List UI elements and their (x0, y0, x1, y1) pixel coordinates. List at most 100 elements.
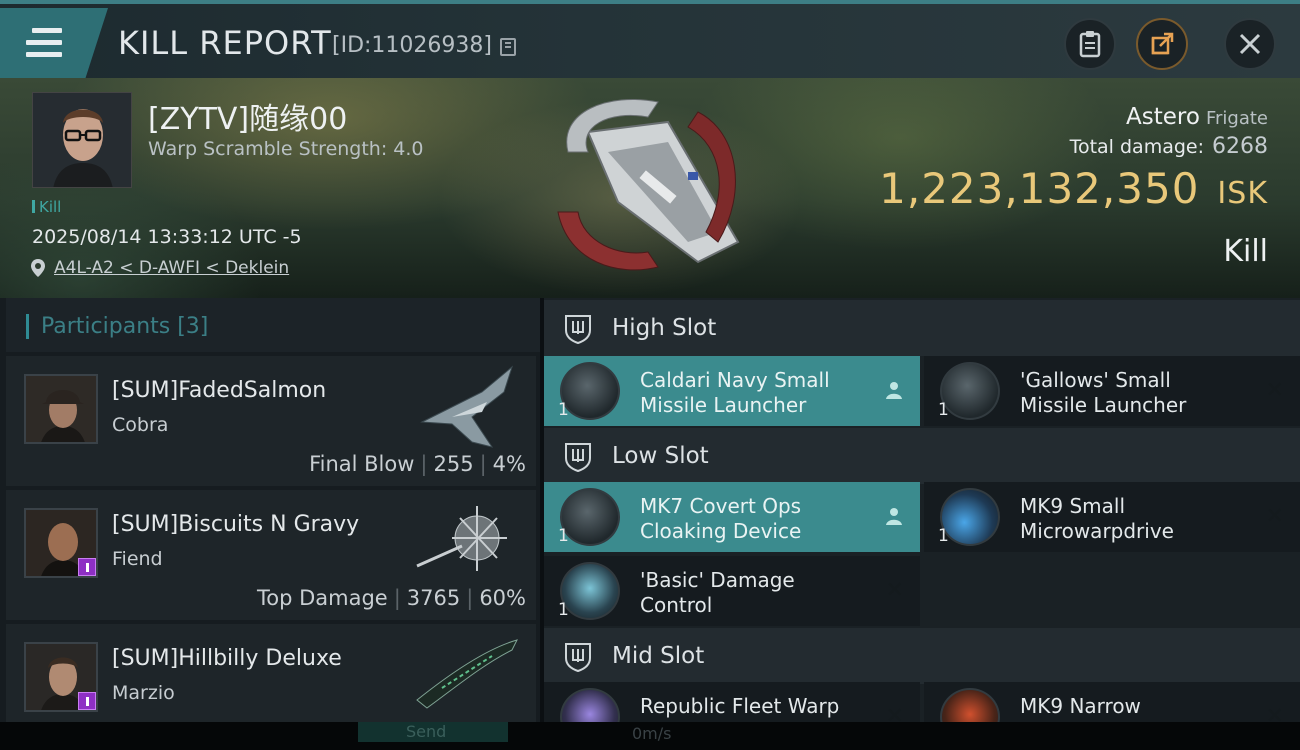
low-slot-header: Low Slot (544, 428, 1300, 484)
module-name: 'Gallows' Small Missile Launcher (1020, 368, 1187, 417)
ship-class: Frigate (1205, 108, 1268, 129)
mid-slot-header: Mid Slot (544, 628, 1300, 684)
participant-row[interactable]: [SUM]FadedSalmon Cobra Final Blow | 255 | 4% (6, 356, 536, 486)
total-damage-value: 6268 (1212, 134, 1268, 159)
mid-slot-title: Mid Slot (612, 643, 705, 669)
header-bar: KILL REPORT [ID:11026938] (0, 0, 1300, 82)
warp-disruptor-icon (560, 688, 620, 722)
friend-badge-icon (78, 558, 96, 576)
module-slot[interactable]: MK9 Narrow ✕ (924, 682, 1300, 722)
victim-avatar[interactable] (32, 92, 132, 188)
report-id: [ID:11026938] (332, 33, 492, 58)
participant-percent: 60% (479, 586, 526, 610)
participant-ship: Marzio (112, 682, 175, 704)
victim-ship-image[interactable] (548, 92, 758, 282)
participant-row[interactable]: [SUM]Biscuits N Gravy Fiend Top Damage | 3… (6, 490, 536, 620)
participant-ship: Cobra (112, 414, 169, 436)
participant-stat-label: Final Blow (309, 452, 415, 476)
microwarpdrive-icon (940, 488, 1000, 546)
module-quantity: 1 (938, 526, 949, 546)
ship-name: Astero (1126, 104, 1200, 130)
send-button[interactable]: Send (358, 722, 508, 742)
fitting-panel: High Slot 1 Caldari Navy Small Missile La… (544, 298, 1300, 722)
participant-ship-image (416, 639, 518, 709)
victim-ship: Astero Frigate (1126, 104, 1268, 130)
result-label: Kill (1223, 234, 1268, 269)
total-damage-label: Total damage: (1069, 136, 1204, 158)
high-slot-icon (565, 315, 591, 344)
participant-name: [SUM]Biscuits N Gravy (112, 512, 360, 537)
module-slot[interactable]: 1 'Gallows' Small Missile Launcher ✕ (924, 356, 1300, 426)
missile-launcher-icon (940, 362, 1000, 420)
destroyed-icon: ✕ (1265, 504, 1284, 529)
copy-icon[interactable] (500, 38, 516, 56)
participants-header: Participants [3] (6, 298, 540, 352)
participant-percent: 4% (492, 452, 526, 476)
clipboard-button[interactable] (1064, 18, 1116, 70)
destroyed-icon: ✕ (885, 704, 904, 722)
high-slot-header: High Slot (544, 300, 1300, 356)
isk-unit: ISK (1217, 176, 1268, 211)
module-quantity: 1 (558, 400, 569, 420)
kill-location-link[interactable]: A4L-A2 < D-AWFI < Deklein (54, 258, 289, 278)
module-quantity: 1 (558, 526, 569, 546)
participant-ship-image (420, 365, 513, 448)
participant-stats: Final Blow | 255 | 4% (309, 452, 526, 476)
kill-tag: Kill (32, 198, 61, 216)
share-icon (1151, 32, 1174, 55)
participants-panel: Participants [3] [SUM]FadedSalmon Cobra … (0, 298, 540, 750)
total-damage: Total damage: 6268 (1070, 134, 1268, 159)
share-button[interactable] (1136, 18, 1188, 70)
destroyed-icon: ✕ (885, 578, 904, 603)
menu-icon (26, 28, 62, 58)
module-slot[interactable]: 1 MK7 Covert Ops Cloaking Device (544, 482, 920, 552)
participants-title: Participants [3] (26, 314, 208, 339)
participant-avatar[interactable] (24, 508, 98, 578)
isk-value: 1,223,132,350 ISK (879, 164, 1268, 213)
module-slot[interactable]: 1 'Basic' Damage Control ✕ (544, 556, 920, 626)
module-name: MK7 Covert Ops Cloaking Device (640, 494, 802, 543)
friend-badge-icon (78, 692, 96, 710)
participant-stat-label: Top Damage (256, 586, 388, 610)
module-name: MK9 Small Microwarpdrive (1020, 494, 1174, 543)
module-name: MK9 Narrow (1020, 694, 1141, 718)
clipboard-icon (1079, 31, 1101, 58)
scrambler-icon (940, 688, 1000, 722)
module-quantity: 1 (558, 600, 569, 620)
module-slot[interactable]: 1 Caldari Navy Small Missile Launcher (544, 356, 920, 426)
isk-amount: 1,223,132,350 (879, 164, 1200, 213)
participant-stats: Top Damage | 3765 | 60% (256, 586, 526, 610)
participant-name: [SUM]FadedSalmon (112, 378, 327, 403)
module-slot[interactable]: 1 MK9 Small Microwarpdrive ✕ (924, 482, 1300, 552)
low-slot-icon (565, 443, 591, 472)
participant-avatar[interactable] (24, 374, 98, 444)
warp-scramble-strength: Warp Scramble Strength: 4.0 (148, 138, 424, 160)
participant-ship: Fiend (112, 548, 163, 570)
participant-avatar[interactable] (24, 642, 98, 712)
destroyed-icon: ✕ (1265, 378, 1284, 403)
high-slot-title: High Slot (612, 315, 717, 341)
damage-control-icon (560, 562, 620, 620)
module-slot[interactable]: Republic Fleet Warp ✕ (544, 682, 920, 722)
low-slot-title: Low Slot (612, 443, 709, 469)
module-name: 'Basic' Damage Control (640, 568, 795, 617)
bottom-strip: Send 0m/s (0, 722, 1300, 750)
kill-datetime: 2025/08/14 13:33:12 UTC -5 (32, 226, 302, 248)
cloaking-device-icon (560, 488, 620, 546)
menu-button[interactable] (0, 8, 108, 82)
speed-readout: 0m/s (632, 724, 672, 743)
participant-name: [SUM]Hillbilly Deluxe (112, 646, 342, 671)
kill-summary: [ZYTV]随缘00 Warp Scramble Strength: 4.0 K… (0, 78, 1300, 298)
module-name: Republic Fleet Warp (640, 694, 840, 718)
victim-name[interactable]: [ZYTV]随缘00 (148, 94, 347, 138)
participant-ship-image (416, 506, 507, 571)
pilot-dropped-icon (886, 382, 902, 399)
mid-slot-icon (565, 643, 591, 672)
participant-damage: 255 (433, 452, 474, 476)
page-title: KILL REPORT (118, 24, 332, 62)
module-name: Caldari Navy Small Missile Launcher (640, 368, 830, 417)
close-button[interactable] (1224, 18, 1276, 70)
module-quantity: 1 (938, 400, 949, 420)
pilot-dropped-icon (886, 508, 902, 525)
participant-damage: 3765 (406, 586, 461, 610)
